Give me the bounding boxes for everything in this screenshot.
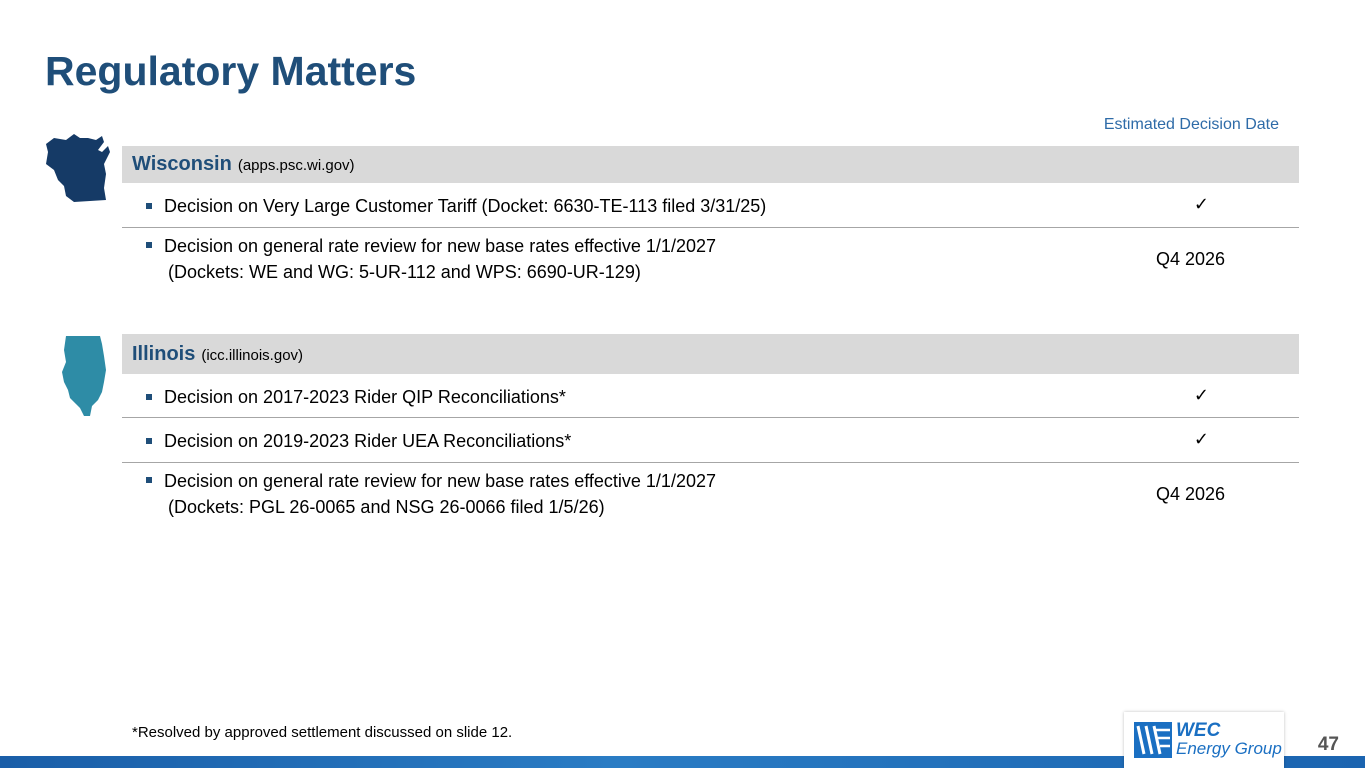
checkmark-icon: ✓ [1193, 385, 1209, 406]
illinois-label: Illinois [132, 342, 196, 365]
illinois-item-3: Decision on general rate review for new … [122, 464, 1299, 528]
square-bullet-icon [146, 438, 152, 444]
wisconsin-site: (apps.psc.wi.gov) [237, 157, 355, 174]
estimated-decision-date-header: Estimated Decision Date [1103, 116, 1279, 133]
checkmark-icon: ✓ [1193, 429, 1209, 450]
illinois-item-2-text: Decision on 2019-2023 Rider UEA Reconcil… [164, 431, 572, 451]
illinois-item-1: Decision on 2017-2023 Rider QIP Reconcil… [122, 375, 1299, 418]
wisconsin-item-1-text: Decision on Very Large Customer Tariff (… [164, 196, 767, 216]
illinois-section-header: Illinois (icc.illinois.gov) [122, 334, 1299, 374]
illinois-item-3-text: Decision on general rate review for new … [164, 471, 716, 517]
square-bullet-icon [146, 394, 152, 400]
wec-logo: WEC Energy Group [1124, 712, 1284, 768]
wisconsin-item-2-date: Q4 2026 [1155, 249, 1225, 269]
square-bullet-icon [146, 477, 152, 483]
illinois-site: (icc.illinois.gov) [201, 346, 304, 364]
logo-text-energy-group: Energy Group [1176, 739, 1282, 758]
wisconsin-item-2-text: Decision on general rate review for new … [164, 236, 716, 282]
illinois-item-3-date: Q4 2026 [1155, 484, 1225, 504]
page-number: 47 [1317, 734, 1339, 755]
page-title: Regulatory Matters [45, 48, 417, 94]
wisconsin-item-2: Decision on general rate review for new … [122, 229, 1299, 293]
square-bullet-icon [146, 242, 152, 248]
wisconsin-map-icon [46, 134, 110, 202]
square-bullet-icon [146, 203, 152, 209]
illinois-map-icon [62, 336, 106, 416]
wisconsin-item-1: Decision on Very Large Customer Tariff (… [122, 184, 1299, 228]
wisconsin-label: Wisconsin [132, 153, 232, 175]
illinois-item-1-text: Decision on 2017-2023 Rider QIP Reconcil… [164, 387, 566, 407]
checkmark-icon: ✓ [1193, 194, 1209, 215]
footnote: *Resolved by approved settlement discuss… [132, 724, 513, 741]
wisconsin-section-header: Wisconsin (apps.psc.wi.gov) [122, 146, 1299, 183]
wec-logo-mark-icon [1134, 722, 1172, 758]
illinois-item-2: Decision on 2019-2023 Rider UEA Reconcil… [122, 419, 1299, 463]
